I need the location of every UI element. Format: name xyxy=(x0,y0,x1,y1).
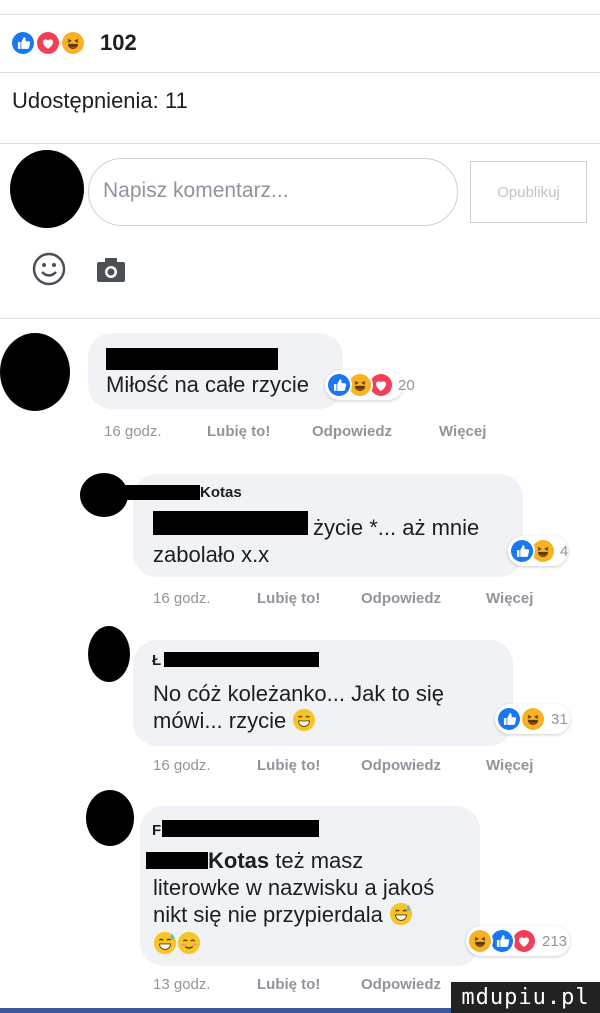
timestamp: 16 godz. xyxy=(104,423,162,440)
timestamp: 13 godz. xyxy=(153,976,211,993)
author-name[interactable]: Ł xyxy=(152,652,161,669)
comment-text: Miłość na całe rzycie xyxy=(106,372,309,397)
reaction-total[interactable]: 102 xyxy=(100,30,137,56)
haha-icon xyxy=(467,928,493,954)
reaction-count: 20 xyxy=(398,377,415,394)
like-icon xyxy=(509,538,535,564)
haha-icon[interactable] xyxy=(60,30,86,56)
more-link[interactable]: Więcej xyxy=(439,423,486,440)
like-link[interactable]: Lubię to! xyxy=(257,976,320,993)
like-link[interactable]: Lubię to! xyxy=(257,590,320,607)
comment-text-line: mówi... rzycie xyxy=(153,707,316,734)
like-link[interactable]: Lubię to! xyxy=(257,757,320,774)
avatar[interactable] xyxy=(86,790,134,846)
comment-emoji-line xyxy=(153,930,201,957)
redacted-author[interactable] xyxy=(106,348,278,370)
shares-count[interactable]: Udostępnienia: 11 xyxy=(12,88,188,114)
avatar[interactable] xyxy=(10,150,84,228)
blush-icon xyxy=(177,931,201,955)
reply-link[interactable]: Odpowiedz xyxy=(361,590,441,607)
redacted-mention[interactable] xyxy=(153,511,308,535)
comment-text-line: zabolało x.x xyxy=(153,542,270,567)
divider xyxy=(0,143,600,144)
avatar[interactable] xyxy=(0,333,70,411)
sweat-smile-icon xyxy=(153,931,177,955)
like-icon xyxy=(326,372,352,398)
grinning-sweat-icon xyxy=(292,708,316,732)
comment-text-line: nikt się nie przypierdala xyxy=(153,901,413,928)
comment-input[interactable]: Napisz komentarz... xyxy=(88,158,458,226)
publish-button[interactable]: Opublikuj xyxy=(470,161,587,223)
reply-link[interactable]: Odpowiedz xyxy=(312,423,392,440)
reply-link[interactable]: Odpowiedz xyxy=(361,757,441,774)
sweat-smile-icon xyxy=(389,902,413,926)
comment-meta: 16 godz. Lubię to! Odpowiedz Więcej xyxy=(104,423,524,443)
author-name[interactable]: Kotas xyxy=(200,484,242,501)
more-link[interactable]: Więcej xyxy=(486,590,533,607)
comment-meta: 13 godz. Lubię to! Odpowiedz xyxy=(153,976,453,996)
timestamp: 16 godz. xyxy=(153,590,211,607)
comment-meta: 16 godz. Lubię to! Odpowiedz Więcej xyxy=(153,757,573,777)
reaction-count: 4 xyxy=(560,543,569,560)
emoji-icon[interactable] xyxy=(32,252,66,286)
reply-link[interactable]: Odpowiedz xyxy=(361,976,441,993)
comment-text-line: literowke w nazwisku a jakoś xyxy=(153,875,435,900)
redacted-author[interactable] xyxy=(162,820,319,837)
avatar[interactable] xyxy=(88,626,130,682)
haha-icon xyxy=(520,706,546,732)
camera-icon[interactable] xyxy=(95,256,127,284)
reaction-count: 213 xyxy=(542,933,568,950)
like-icon[interactable] xyxy=(10,30,36,56)
comment-text-line: No cóż koleżanko... Jak to się xyxy=(153,681,445,706)
divider xyxy=(0,72,600,73)
like-icon xyxy=(496,706,522,732)
comment-meta: 16 godz. Lubię to! Odpowiedz Więcej xyxy=(153,590,573,610)
comment-placeholder: Napisz komentarz... xyxy=(103,179,289,202)
divider xyxy=(0,14,600,15)
reaction-count: 31 xyxy=(551,711,568,728)
redacted-mention[interactable] xyxy=(146,852,208,869)
mention-name[interactable]: Kotas xyxy=(208,848,269,873)
watermark-logo: mdupiu.pl xyxy=(451,982,600,1013)
comment-text-line: Kotas też masz xyxy=(208,848,364,873)
like-link[interactable]: Lubię to! xyxy=(207,423,270,440)
redacted-author[interactable] xyxy=(118,485,200,500)
love-icon[interactable] xyxy=(35,30,61,56)
author-name[interactable]: F xyxy=(152,822,161,839)
redacted-author[interactable] xyxy=(164,652,319,667)
divider xyxy=(0,318,600,319)
more-link[interactable]: Więcej xyxy=(486,757,533,774)
comment-text-line: życie *... aż mnie xyxy=(313,515,480,540)
timestamp: 16 godz. xyxy=(153,757,211,774)
